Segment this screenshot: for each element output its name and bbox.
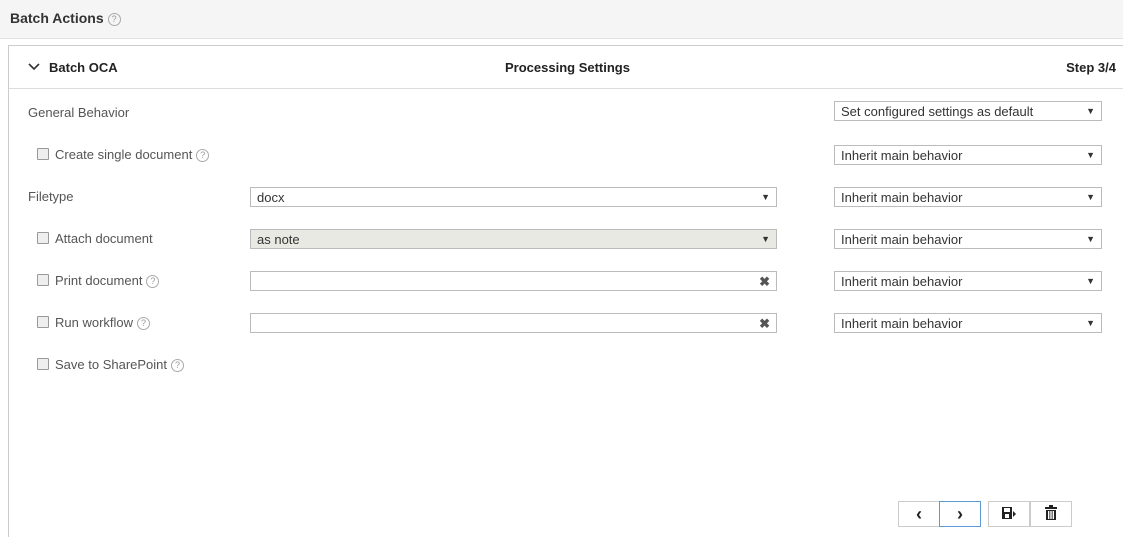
filetype-behavior-select[interactable]: Inherit main behavior ▼ — [834, 187, 1102, 207]
create-single-document-behavior-select[interactable]: Inherit main behavior ▼ — [834, 145, 1102, 165]
dropdown-arrow-icon: ▼ — [761, 192, 770, 202]
run-workflow-option[interactable]: Run workflow? — [37, 315, 151, 330]
general-behavior-select[interactable]: Set configured settings as default ▼ — [834, 101, 1102, 121]
batch-oca-panel: Batch OCA Processing Settings Step 3/4 G… — [8, 45, 1123, 537]
dropdown-arrow-icon: ▼ — [1086, 106, 1095, 116]
print-document-label: Print document — [55, 273, 143, 288]
run-workflow-behavior-value: Inherit main behavior — [841, 316, 963, 331]
save-to-sharepoint-checkbox[interactable] — [37, 358, 49, 370]
dropdown-arrow-icon: ▼ — [1086, 318, 1095, 328]
run-workflow-label: Run workflow — [55, 315, 134, 330]
chevron-right-icon: › — [957, 504, 963, 524]
general-behavior-label: General Behavior — [28, 105, 130, 120]
page-header: Batch Actions? — [0, 0, 1123, 39]
help-icon[interactable]: ? — [137, 317, 151, 330]
save-to-sharepoint-option[interactable]: Save to SharePoint? — [37, 357, 185, 372]
attach-document-option[interactable]: Attach document — [37, 231, 153, 246]
attach-document-behavior-value: Inherit main behavior — [841, 232, 963, 247]
create-single-document-checkbox[interactable] — [37, 148, 49, 160]
attach-document-select[interactable]: as note ▼ — [250, 229, 777, 249]
create-single-document-option[interactable]: Create single document? — [37, 147, 210, 162]
next-button[interactable]: › — [939, 501, 981, 527]
help-icon[interactable]: ? — [171, 359, 185, 372]
panel-title: Batch OCA — [49, 60, 118, 75]
help-icon[interactable]: ? — [196, 149, 210, 162]
run-workflow-input[interactable]: ✖ — [250, 313, 777, 333]
filetype-select[interactable]: docx ▼ — [250, 187, 777, 207]
page-title-text: Batch Actions — [10, 10, 104, 26]
previous-button[interactable]: ‹ — [898, 501, 940, 527]
run-workflow-behavior-select[interactable]: Inherit main behavior ▼ — [834, 313, 1102, 333]
dropdown-arrow-icon: ▼ — [1086, 234, 1095, 244]
dropdown-arrow-icon: ▼ — [1086, 150, 1095, 160]
print-document-option[interactable]: Print document? — [37, 273, 160, 288]
trash-icon — [1045, 505, 1057, 520]
filetype-behavior-value: Inherit main behavior — [841, 190, 963, 205]
panel-section-title: Processing Settings — [505, 60, 630, 75]
create-single-document-behavior-value: Inherit main behavior — [841, 148, 963, 163]
filetype-label: Filetype — [28, 189, 74, 204]
save-next-button[interactable] — [988, 501, 1030, 527]
page-title: Batch Actions? — [10, 10, 121, 26]
dropdown-arrow-icon: ▼ — [1086, 276, 1095, 286]
attach-document-label: Attach document — [55, 231, 153, 246]
dropdown-arrow-icon: ▼ — [761, 234, 770, 244]
attach-document-checkbox[interactable] — [37, 232, 49, 244]
clear-icon[interactable]: ✖ — [759, 316, 770, 332]
step-indicator: Step 3/4 — [1066, 60, 1116, 75]
print-document-behavior-value: Inherit main behavior — [841, 274, 963, 289]
filetype-value: docx — [257, 190, 285, 205]
print-document-checkbox[interactable] — [37, 274, 49, 286]
attach-document-behavior-select[interactable]: Inherit main behavior ▼ — [834, 229, 1102, 249]
save-next-icon — [1002, 507, 1016, 519]
run-workflow-checkbox[interactable] — [37, 316, 49, 328]
help-icon[interactable]: ? — [107, 13, 121, 26]
chevron-down-icon[interactable] — [27, 60, 41, 74]
general-behavior-value: Set configured settings as default — [841, 104, 1034, 119]
delete-button[interactable] — [1030, 501, 1072, 527]
wizard-navigation: ‹ › — [898, 501, 1072, 527]
help-icon[interactable]: ? — [146, 275, 160, 288]
print-document-behavior-select[interactable]: Inherit main behavior ▼ — [834, 271, 1102, 291]
save-to-sharepoint-label: Save to SharePoint — [55, 357, 168, 372]
clear-icon[interactable]: ✖ — [759, 274, 770, 290]
print-document-input[interactable]: ✖ — [250, 271, 777, 291]
dropdown-arrow-icon: ▼ — [1086, 192, 1095, 202]
attach-document-value: as note — [257, 232, 300, 247]
panel-header[interactable]: Batch OCA Processing Settings Step 3/4 — [9, 46, 1123, 89]
create-single-document-label: Create single document — [55, 147, 193, 162]
chevron-left-icon: ‹ — [916, 504, 922, 524]
